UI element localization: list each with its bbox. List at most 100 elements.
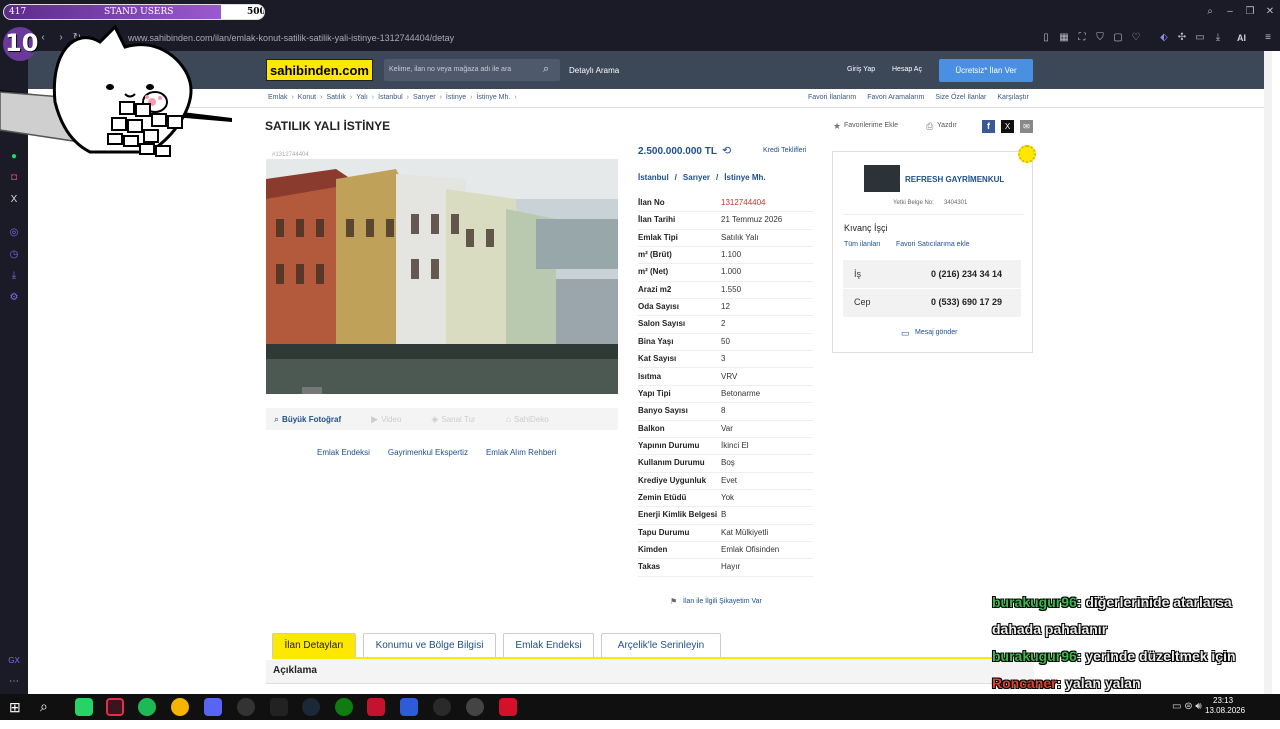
agency-name[interactable]: REFRESH GAYRİMENKUL — [905, 175, 1004, 184]
location-link[interactable]: İstanbul — [638, 173, 669, 182]
detail-label: İlan No — [638, 198, 665, 207]
epic-games-taskbar-icon[interactable] — [270, 698, 288, 716]
play-icon[interactable]: ◎ — [7, 227, 21, 241]
app-red2-taskbar-icon[interactable] — [499, 698, 517, 716]
obs-taskbar-icon[interactable] — [237, 698, 255, 716]
breadcrumb-item[interactable]: Konut — [298, 94, 316, 101]
restore-icon[interactable]: ❐ — [1243, 6, 1257, 20]
user-link[interactable]: Favori Aramalarım — [867, 94, 924, 101]
site-logo[interactable]: sahibinden.com — [266, 59, 373, 81]
download-icon[interactable]: ⤓ — [1211, 32, 1225, 46]
user-link[interactable]: Karşılaştır — [997, 94, 1029, 101]
user-link[interactable]: Favori İlanlarım — [808, 94, 856, 101]
breadcrumb-item[interactable]: İstanbul — [378, 94, 403, 101]
detail-row: Yapının Durumu İkinci El — [638, 438, 813, 456]
photo-action[interactable]: ▶ Video — [371, 414, 401, 425]
breadcrumb-item[interactable]: Yalı — [356, 94, 368, 101]
chatgpt-taskbar-icon[interactable] — [466, 698, 484, 716]
x-icon[interactable]: X — [7, 194, 21, 208]
opera-gx-taskbar-icon[interactable] — [106, 698, 124, 716]
page-title: SATILIK YALI İSTİNYE — [265, 119, 391, 133]
facebook-icon[interactable]: f — [982, 120, 995, 133]
tab-3[interactable]: Arçelik'le Serinleyin — [601, 633, 721, 657]
price-history-icon[interactable]: ⟲ — [722, 144, 731, 157]
photo-action[interactable]: ◈ Sanal Tur — [431, 414, 475, 425]
tab-1[interactable]: Konumu ve Bölge Bilgisi — [363, 633, 496, 657]
listing-photo[interactable] — [266, 159, 618, 394]
steam-taskbar-icon[interactable] — [302, 698, 320, 716]
info-link[interactable]: Emlak Endeksi — [317, 448, 370, 457]
xbox-taskbar-icon[interactable] — [335, 698, 353, 716]
search-taskbar-icon[interactable]: ⌕ — [40, 698, 48, 715]
ai-button[interactable]: AI — [1237, 33, 1246, 43]
more-icon[interactable]: ⋯ — [7, 676, 21, 690]
tab-grid-icon[interactable]: ▦ — [1057, 32, 1071, 46]
phone-work[interactable]: 0 (216) 234 34 14 — [931, 269, 1002, 279]
x-share-icon[interactable]: X — [1001, 120, 1014, 133]
info-link[interactable]: Emlak Alım Rehberi — [486, 448, 556, 457]
flag-icon[interactable]: ⚑ — [670, 597, 677, 606]
photo-action[interactable]: ⌕ Büyük Fotoğraf — [274, 414, 341, 425]
send-message-link[interactable]: Mesaj gönder — [915, 329, 957, 336]
chrome-taskbar-icon[interactable] — [171, 698, 189, 716]
phone-mobile[interactable]: 0 (533) 690 17 29 — [931, 297, 1002, 307]
print-link[interactable]: Yazdır — [937, 122, 957, 129]
agency-logo[interactable] — [864, 165, 900, 192]
breadcrumb-item[interactable]: Emlak — [268, 94, 287, 101]
location-link[interactable]: Sarıyer — [683, 173, 710, 182]
bookmark-icon[interactable]: ▭ — [1193, 32, 1207, 46]
breadcrumb-item[interactable]: Sarıyer — [413, 94, 436, 101]
puzzle-icon[interactable]: ✣ — [1175, 32, 1189, 46]
scrollbar[interactable] — [1264, 51, 1272, 694]
tab-0[interactable]: İlan Detayları — [272, 633, 356, 657]
whatsapp-taskbar-icon[interactable] — [75, 698, 93, 716]
extension-icon[interactable]: ⬖ — [1157, 32, 1171, 46]
breadcrumb-item[interactable]: İstinye — [446, 94, 466, 101]
settings-icon[interactable]: ⚙ — [7, 292, 21, 306]
app-red-taskbar-icon[interactable] — [367, 698, 385, 716]
minimize-icon[interactable]: – — [1223, 6, 1237, 20]
detailed-search-link[interactable]: Detaylı Arama — [569, 66, 619, 75]
photo-action-icon: ◈ — [431, 413, 439, 424]
tray-icons[interactable]: ▭ ⊜ 🔊︎ — [1172, 701, 1202, 712]
sidebar-toggle-icon[interactable]: ▯ — [1039, 32, 1053, 46]
print-icon[interactable]: ⎙ — [926, 121, 933, 132]
app-blue-taskbar-icon[interactable] — [400, 698, 418, 716]
mail-icon[interactable]: ✉ — [1020, 120, 1033, 133]
signup-link[interactable]: Hesap Aç — [892, 66, 922, 73]
location-link[interactable]: İstinye Mh. — [724, 173, 765, 182]
windows-start-icon[interactable]: ⊞ — [9, 699, 21, 716]
tab-2[interactable]: Emlak Endeksi — [503, 633, 594, 657]
breadcrumb-item[interactable]: İstinye Mh. — [476, 94, 510, 101]
spotify-taskbar-icon[interactable] — [138, 698, 156, 716]
add-favorite-link[interactable]: Favorilerime Ekle — [844, 122, 898, 129]
breadcrumb-item[interactable]: Satılık — [326, 94, 345, 101]
instagram-icon[interactable]: ◘ — [7, 172, 21, 186]
user-link[interactable]: Size Özel İlanlar — [935, 94, 986, 101]
fav-seller-link[interactable]: Favori Satıcılarıma ekle — [896, 241, 970, 248]
detail-row: Banyo Sayısı 8 — [638, 403, 813, 421]
history-icon[interactable]: ◷ — [7, 249, 21, 263]
login-link[interactable]: Giriş Yap — [847, 66, 875, 73]
all-ads-link[interactable]: Tüm ilanları — [844, 241, 881, 248]
report-link[interactable]: İlan ile İlgili Şikayetim Var — [683, 598, 762, 605]
star-icon[interactable]: ★ — [833, 121, 841, 132]
credit-offers-link[interactable]: Kredi Teklifleri — [763, 147, 806, 154]
search-icon[interactable]: ⌕ — [543, 63, 549, 76]
downloads-icon[interactable]: ⤓ — [7, 270, 21, 284]
info-link[interactable]: Gayrimenkul Ekspertiz — [388, 448, 468, 457]
screenshot-icon[interactable]: ⛶ — [1075, 32, 1089, 46]
heart-icon[interactable]: ♡ — [1129, 32, 1143, 46]
message-icon[interactable]: ▭ — [901, 328, 910, 339]
discord-taskbar-icon[interactable] — [204, 698, 222, 716]
shield-icon[interactable]: ⛉ — [1093, 32, 1107, 46]
search-icon[interactable]: ⌕ — [1203, 6, 1217, 20]
box-icon[interactable]: ▢ — [1111, 32, 1125, 46]
close-icon[interactable]: ✕ — [1263, 6, 1277, 20]
search-input[interactable]: Kelime, ilan no veya mağaza adı ile ara — [384, 59, 560, 81]
post-ad-button[interactable]: Ücretsiz* İlan Ver — [939, 59, 1033, 82]
photo-action[interactable]: ⌂ SahiDeko — [506, 414, 549, 424]
menu-icon[interactable]: ≡ — [1261, 32, 1275, 46]
gx-icon[interactable]: GX — [7, 655, 21, 669]
app-dark-taskbar-icon[interactable] — [433, 698, 451, 716]
